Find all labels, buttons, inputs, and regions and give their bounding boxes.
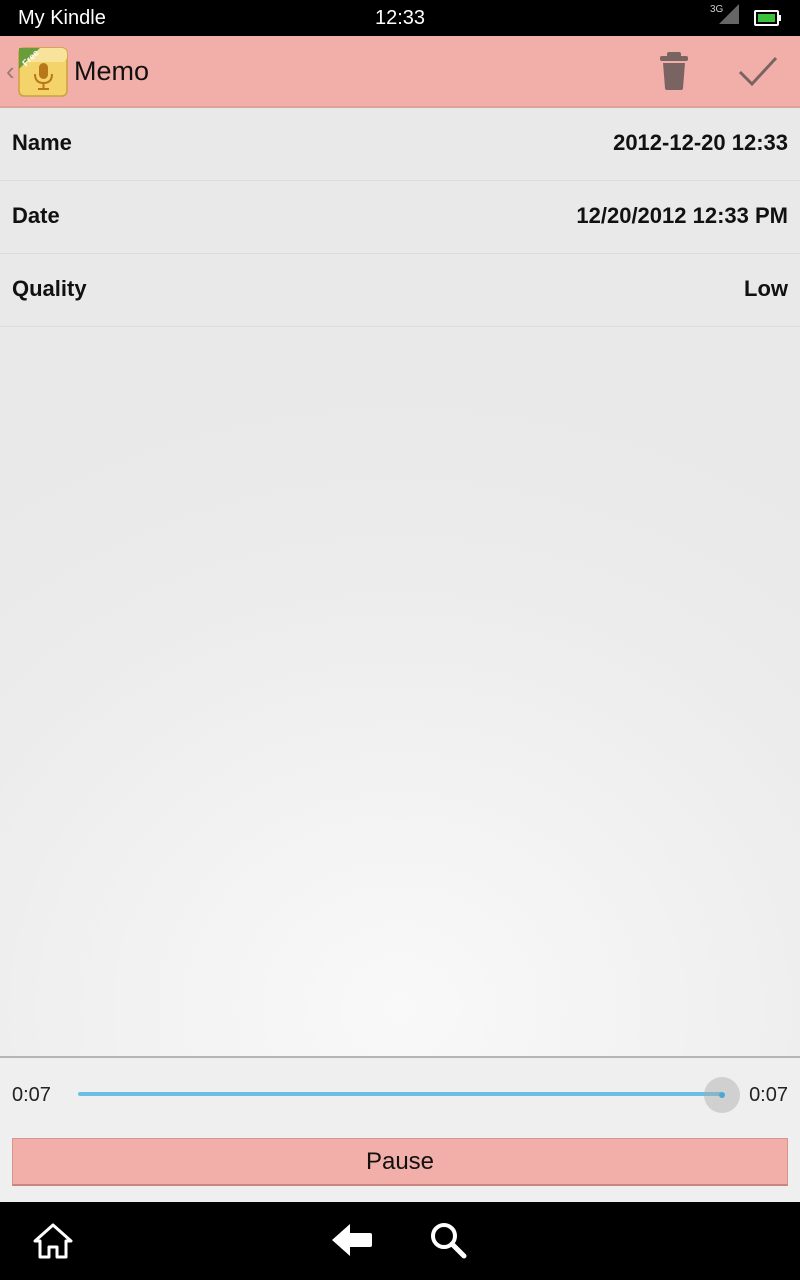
- field-row-quality[interactable]: Quality Low: [0, 254, 800, 327]
- action-bar: ‹ Free Memo: [0, 36, 800, 108]
- check-icon[interactable]: [736, 52, 780, 92]
- network-type-label: 3G: [710, 4, 724, 15]
- status-time: 12:33: [374, 7, 426, 29]
- field-value: Low: [744, 276, 788, 301]
- trash-icon[interactable]: [656, 50, 692, 92]
- field-label: Date: [12, 203, 60, 228]
- field-row-date[interactable]: Date 12/20/2012 12:33 PM: [0, 181, 800, 254]
- progress-thumb[interactable]: [704, 1077, 740, 1113]
- battery-icon: [754, 10, 781, 26]
- progress-track[interactable]: [78, 1092, 722, 1096]
- back-arrow-icon[interactable]: [330, 1222, 374, 1258]
- back-chevron-icon[interactable]: ‹: [6, 56, 15, 87]
- field-label: Quality: [12, 276, 87, 301]
- pause-button[interactable]: Pause: [12, 1138, 788, 1186]
- page-title: Memo: [74, 56, 150, 86]
- memo-details: Name 2012-12-20 12:33 Date 12/20/2012 12…: [0, 108, 800, 1056]
- audio-player: 0:07 0:07 Pause: [0, 1056, 800, 1202]
- system-nav-bar: [0, 1202, 800, 1280]
- field-label: Name: [12, 130, 72, 155]
- field-row-name[interactable]: Name 2012-12-20 12:33: [0, 108, 800, 181]
- field-value: 2012-12-20 12:33: [613, 130, 788, 155]
- home-icon[interactable]: [32, 1222, 74, 1260]
- search-icon[interactable]: [428, 1220, 468, 1260]
- field-value: 12/20/2012 12:33 PM: [576, 203, 788, 228]
- microphone-app-icon[interactable]: Free: [18, 47, 68, 97]
- status-bar: My Kindle 12:33 3G: [0, 0, 800, 36]
- duration-time: 0:07: [749, 1084, 788, 1106]
- signal-icon: 3G: [710, 4, 739, 24]
- elapsed-time: 0:07: [12, 1084, 51, 1106]
